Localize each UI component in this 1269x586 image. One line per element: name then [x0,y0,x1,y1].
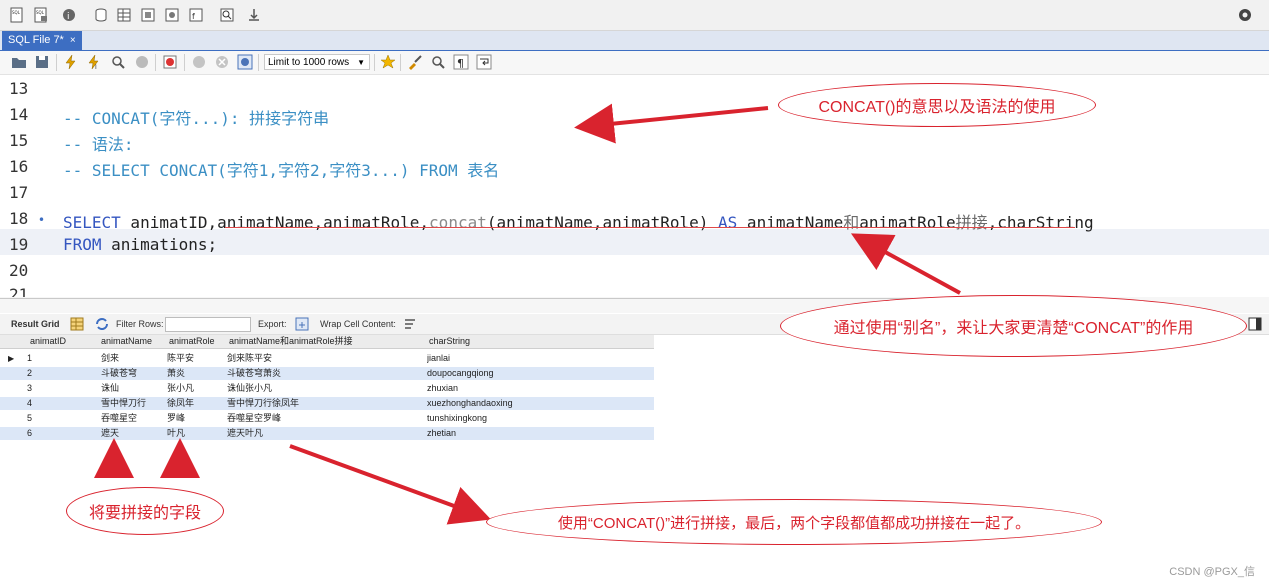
arrow-to-comment [574,103,769,144]
watermark: CSDN @PGX_信 [1169,566,1255,578]
arrow-to-alias [850,233,961,295]
callout-alias: 通过使用“别名”，来让大家更清楚“CONCAT”的作用 [780,295,1247,357]
callout-result: 使用“CONCAT()”进行拼接，最后，两个字段都值都成功拼接在一起了。 [486,499,1102,545]
callout-fields: 将要拼接的字段 [66,487,224,535]
arrow-to-result-callout [289,444,492,525]
callout-concat-syntax: CONCAT()的意思以及语法的使用 [778,83,1096,127]
